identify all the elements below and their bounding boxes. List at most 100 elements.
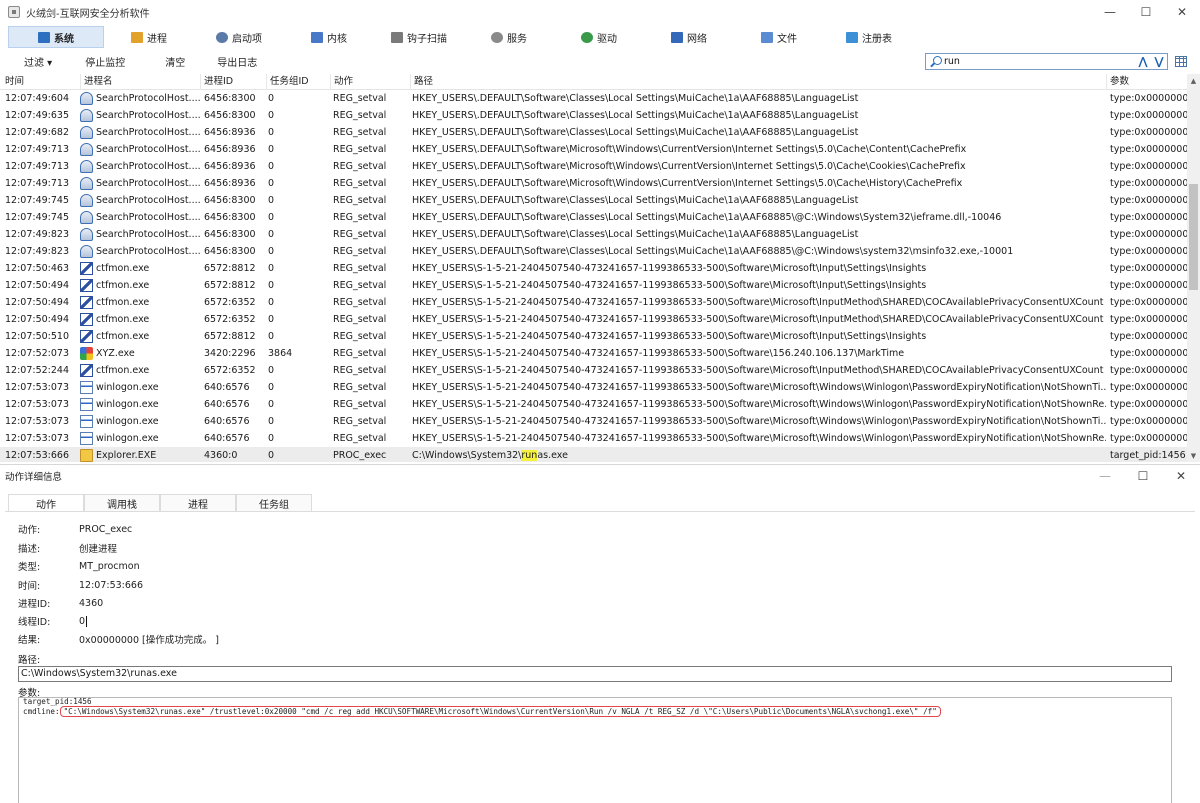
process-icon bbox=[131, 31, 143, 43]
ctfmon-icon bbox=[80, 330, 93, 343]
path-field[interactable]: C:\Windows\System32\runas.exe bbox=[18, 666, 1172, 682]
table-row[interactable]: 12:07:49:713 SearchProtocolHost.... 6456:8… bbox=[0, 141, 1187, 158]
maximize-button[interactable]: ☐ bbox=[1128, 0, 1164, 24]
cell-param: type:0x00000001 bbox=[1110, 433, 1187, 444]
detail-maximize-button[interactable]: ☐ bbox=[1124, 465, 1162, 487]
table-row[interactable]: 12:07:52:073 XYZ.exe 3420:2296 3864 REG_setv… bbox=[0, 345, 1187, 362]
tab-network[interactable]: 网络 bbox=[644, 26, 734, 48]
table-row[interactable]: 12:07:50:494 ctfmon.exe 6572:6352 0 REG_setv… bbox=[0, 311, 1187, 328]
detail-tabs: 动作 调用栈 进程 任务组 bbox=[8, 494, 312, 512]
cell-time: 12:07:49:823 bbox=[5, 246, 69, 257]
cell-path: HKEY_USERS\.DEFAULT\Software\Classes\Loc… bbox=[412, 127, 859, 138]
tab-startup[interactable]: 启动项 bbox=[194, 26, 284, 48]
table-row[interactable]: 12:07:53:073 winlogon.exe 640:6576 0 REG_set… bbox=[0, 379, 1187, 396]
tab-label: 文件 bbox=[777, 33, 797, 45]
cell-action: REG_setval bbox=[333, 433, 387, 444]
table-row[interactable]: 12:07:49:713 SearchProtocolHost.... 6456:8… bbox=[0, 175, 1187, 192]
column-header-process[interactable]: 进程名 bbox=[80, 74, 200, 90]
tab-system[interactable]: 系统 bbox=[8, 26, 104, 48]
column-header-time[interactable]: 时间 bbox=[2, 74, 80, 90]
table-row[interactable]: 12:07:49:713 SearchProtocolHost.... 6456:8… bbox=[0, 158, 1187, 175]
table-row[interactable]: 12:07:49:635 SearchProtocolHost.... 6456:8… bbox=[0, 107, 1187, 124]
winlogon-icon bbox=[80, 398, 93, 411]
column-header-pid[interactable]: 进程ID bbox=[200, 74, 266, 90]
tab-task-group[interactable]: 任务组 bbox=[236, 494, 312, 512]
registry-icon bbox=[846, 31, 858, 43]
cell-task-group: 0 bbox=[268, 110, 275, 121]
field-value: PROC_exec bbox=[79, 523, 133, 535]
cmdline-highlight: "C:\Windows\System32\runas.exe" /trustle… bbox=[59, 706, 941, 717]
cell-process-name: ctfmon.exe bbox=[96, 365, 150, 376]
cell-param: type:0x00000001 bbox=[1110, 178, 1187, 189]
field-value[interactable]: 0 bbox=[79, 615, 88, 627]
export-log-button[interactable]: 导出日志 bbox=[217, 51, 257, 71]
table-row[interactable]: 12:07:49:745 SearchProtocolHost.... 6456:8… bbox=[0, 192, 1187, 209]
cell-time: 12:07:53:666 bbox=[5, 450, 69, 461]
scroll-thumb[interactable] bbox=[1189, 184, 1198, 290]
cell-param: type:0x00000007 bbox=[1110, 127, 1187, 138]
table-row[interactable]: 12:07:53:073 winlogon.exe 640:6576 0 REG_set… bbox=[0, 396, 1187, 413]
table-row[interactable]: 12:07:53:073 winlogon.exe 640:6576 0 REG_set… bbox=[0, 413, 1187, 430]
table-row[interactable]: 12:07:52:244 ctfmon.exe 6572:6352 0 REG_setv… bbox=[0, 362, 1187, 379]
cell-param: type:0x00000001 bbox=[1110, 212, 1187, 223]
cell-action: REG_setval bbox=[333, 314, 387, 325]
cell-process-name: SearchProtocolHost.... bbox=[96, 212, 201, 223]
table-row[interactable]: 12:07:50:463 ctfmon.exe 6572:8812 0 REG_setv… bbox=[0, 260, 1187, 277]
tab-process[interactable]: 进程 bbox=[104, 26, 194, 48]
table-row[interactable]: 12:07:49:823 SearchProtocolHost.... 6456:8… bbox=[0, 243, 1187, 260]
cell-action: REG_setval bbox=[333, 365, 387, 376]
tab-action[interactable]: 动作 bbox=[8, 494, 84, 512]
cell-param: type:0x00000004 bbox=[1110, 314, 1187, 325]
table-row[interactable]: 12:07:49:823 SearchProtocolHost.... 6456:8… bbox=[0, 226, 1187, 243]
tab-detail-process[interactable]: 进程 bbox=[160, 494, 236, 512]
cell-time: 12:07:53:073 bbox=[5, 433, 69, 444]
cell-task-group: 0 bbox=[268, 382, 275, 393]
scroll-down-icon[interactable]: ▼ bbox=[1187, 449, 1200, 462]
column-grid-icon[interactable] bbox=[1175, 56, 1187, 67]
cell-time: 12:07:49:745 bbox=[5, 195, 69, 206]
table-row[interactable]: 12:07:53:666 Explorer.EXE 4360:0 0 PROC_exec… bbox=[0, 447, 1187, 462]
service-icon bbox=[491, 31, 503, 43]
stop-monitor-button[interactable]: 停止监控 bbox=[85, 51, 125, 71]
column-header-param[interactable]: 参数 bbox=[1106, 74, 1187, 90]
scroll-up-icon[interactable]: ▲ bbox=[1187, 74, 1200, 87]
cell-param: type:0x00000007 bbox=[1110, 93, 1187, 104]
tab-driver[interactable]: 驱动 bbox=[554, 26, 644, 48]
tab-registry[interactable]: 注册表 bbox=[824, 26, 914, 48]
tab-kernel[interactable]: 内核 bbox=[284, 26, 374, 48]
table-row[interactable]: 12:07:50:510 ctfmon.exe 6572:8812 0 REG_setv… bbox=[0, 328, 1187, 345]
next-match-button[interactable]: ⋁ bbox=[1152, 55, 1166, 68]
param-cmdline-line: cmdline: "C:\Windows\System32\runas.exe" … bbox=[23, 706, 1171, 717]
column-header-path[interactable]: 路径 bbox=[410, 74, 1106, 90]
param-text-area[interactable]: target_pid:1456 cmdline: "C:\Windows\Syst… bbox=[18, 697, 1172, 803]
cell-task-group: 0 bbox=[268, 416, 275, 427]
detail-minimize-button[interactable]: — bbox=[1086, 465, 1124, 487]
cell-pid: 640:6576 bbox=[204, 399, 250, 410]
cell-pid: 6456:8936 bbox=[204, 178, 256, 189]
tab-call-stack[interactable]: 调用栈 bbox=[84, 494, 160, 512]
table-row[interactable]: 12:07:50:494 ctfmon.exe 6572:6352 0 REG_setv… bbox=[0, 294, 1187, 311]
cell-param: type:0x00000001 bbox=[1110, 161, 1187, 172]
column-header-task-group[interactable]: 任务组ID bbox=[266, 74, 330, 90]
filter-button[interactable]: 过滤 ▾ bbox=[24, 51, 52, 71]
table-row[interactable]: 12:07:49:745 SearchProtocolHost.... 6456:8… bbox=[0, 209, 1187, 226]
cell-process-name: SearchProtocolHost.... bbox=[96, 229, 201, 240]
cell-time: 12:07:49:745 bbox=[5, 212, 69, 223]
tab-file[interactable]: 文件 bbox=[734, 26, 824, 48]
field-label: 线程ID: bbox=[18, 617, 51, 628]
clear-button[interactable]: 清空 bbox=[165, 51, 185, 71]
column-header-action[interactable]: 动作 bbox=[330, 74, 410, 90]
cell-path: HKEY_USERS\S-1-5-21-2404507540-473241657… bbox=[412, 314, 1104, 325]
tab-hook-scan[interactable]: 钩子扫描 bbox=[374, 26, 464, 48]
table-scrollbar[interactable]: ▲ ▼ bbox=[1187, 74, 1200, 462]
search-input[interactable] bbox=[942, 54, 1132, 69]
table-row[interactable]: 12:07:53:073 winlogon.exe 640:6576 0 REG_set… bbox=[0, 430, 1187, 447]
detail-close-button[interactable]: ✕ bbox=[1162, 465, 1200, 487]
table-row[interactable]: 12:07:49:604 SearchProtocolHost.... 6456:8… bbox=[0, 90, 1187, 107]
tab-service[interactable]: 服务 bbox=[464, 26, 554, 48]
minimize-button[interactable]: — bbox=[1092, 0, 1128, 24]
close-button[interactable]: ✕ bbox=[1164, 0, 1200, 24]
prev-match-button[interactable]: ⋀ bbox=[1136, 55, 1150, 68]
table-row[interactable]: 12:07:50:494 ctfmon.exe 6572:8812 0 REG_setv… bbox=[0, 277, 1187, 294]
table-row[interactable]: 12:07:49:682 SearchProtocolHost.... 6456:8… bbox=[0, 124, 1187, 141]
